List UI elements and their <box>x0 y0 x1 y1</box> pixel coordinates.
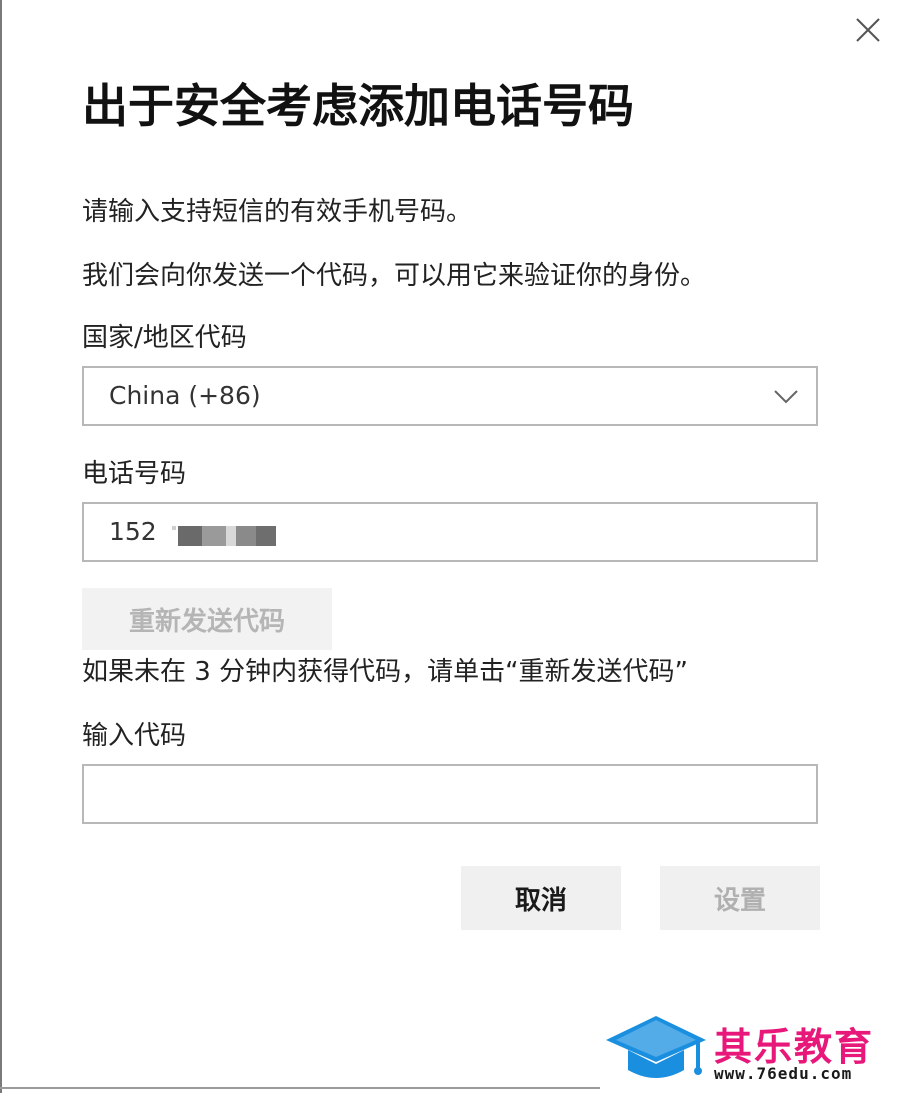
window-left-border <box>0 0 2 1093</box>
watermark: 其乐教育 www.76edu.com <box>604 1012 894 1088</box>
instruction-text-2: 我们会向你发送一个代码，可以用它来验证你的身份。 <box>82 261 707 291</box>
add-phone-dialog: 出于安全考虑添加电话号码 请输入支持短信的有效手机号码。 我们会向你发送一个代码… <box>0 0 900 1093</box>
chevron-down-icon <box>774 390 798 404</box>
phone-number-label: 电话号码 <box>82 459 187 489</box>
instruction-text-1: 请输入支持短信的有效手机号码。 <box>82 197 473 227</box>
enter-code-input[interactable] <box>82 764 818 824</box>
cancel-button[interactable]: 取消 <box>461 866 621 930</box>
watermark-url: www.76edu.com <box>714 1064 853 1083</box>
country-code-label: 国家/地区代码 <box>82 323 247 353</box>
window-bottom-border <box>0 1087 600 1089</box>
close-button[interactable] <box>850 12 886 48</box>
redaction-mosaic <box>172 526 276 546</box>
resend-code-button[interactable]: 重新发送代码 <box>82 588 332 650</box>
enter-code-label: 输入代码 <box>82 721 187 751</box>
country-code-selected: China (+86) <box>109 381 261 410</box>
country-code-select[interactable]: China (+86) <box>82 366 818 426</box>
phone-number-value: 152 <box>109 517 157 546</box>
graduation-cap-icon <box>606 1016 706 1078</box>
dialog-title: 出于安全考虑添加电话号码 <box>82 79 634 133</box>
set-button[interactable]: 设置 <box>660 866 820 930</box>
close-icon <box>856 18 880 42</box>
resend-hint-text: 如果未在 3 分钟内获得代码，请单击“重新发送代码” <box>82 657 689 687</box>
phone-number-input[interactable]: 152 <box>82 502 818 562</box>
watermark-brand: 其乐教育 <box>714 1025 875 1069</box>
